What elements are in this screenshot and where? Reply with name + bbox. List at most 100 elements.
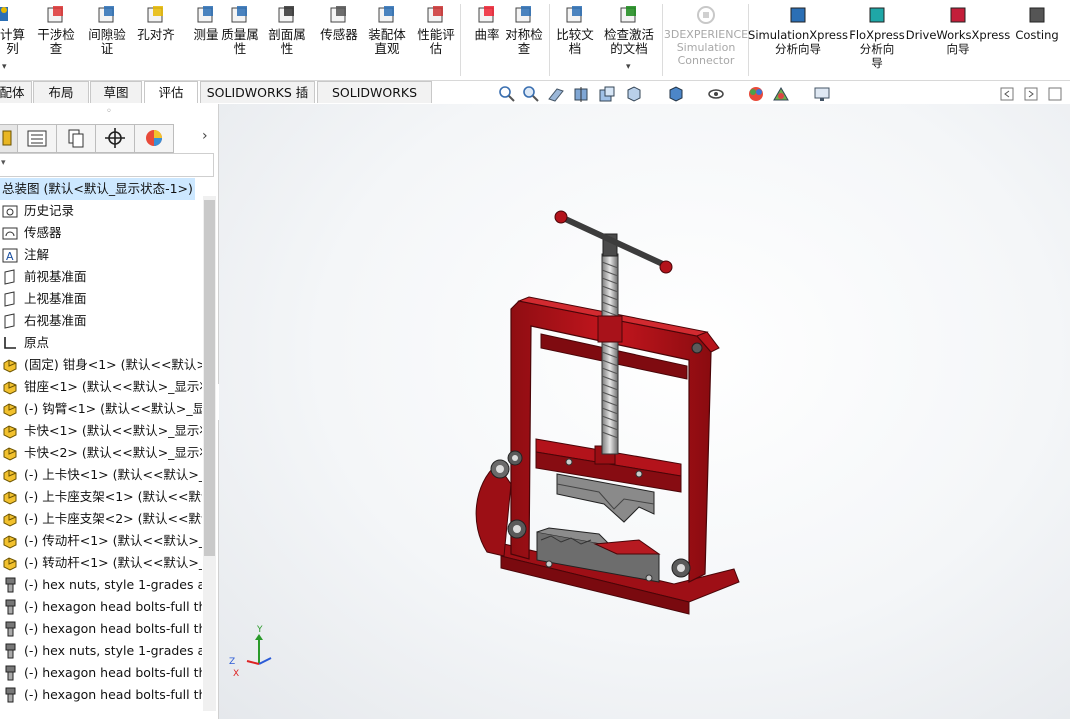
tree-item[interactable]: (-) 上卡座支架<1> (默认<<默认 bbox=[0, 486, 202, 508]
edit-appearance-icon[interactable] bbox=[747, 85, 765, 103]
minimize-pane-icon[interactable] bbox=[1046, 85, 1064, 103]
plane-icon bbox=[2, 313, 18, 329]
part-icon bbox=[2, 511, 18, 527]
scrollbar-thumb[interactable] bbox=[204, 200, 215, 556]
tree-item[interactable]: (-) hexagon head bolts-full thre bbox=[0, 684, 202, 706]
3dexperience-label: 3DEXPERIENCE Simulation Connector bbox=[663, 28, 749, 67]
costing-button[interactable]: Costing bbox=[1015, 4, 1059, 42]
zoom-to-fit-icon[interactable] bbox=[498, 85, 516, 103]
floxpress-button[interactable]: FloXpress 分析向 导 bbox=[849, 4, 905, 70]
mass-properties-button[interactable]: 质量属 性 bbox=[217, 4, 263, 56]
costing-icon bbox=[1026, 4, 1048, 26]
tree-item[interactable]: (-) 上卡快<1> (默认<<默认>_显 bbox=[0, 464, 202, 486]
assembly-visualization-icon bbox=[376, 4, 398, 26]
tree-item[interactable]: 原点 bbox=[0, 332, 202, 354]
check-active-document-button[interactable]: 检查激活 的文档 bbox=[601, 4, 657, 56]
apply-scene-icon[interactable] bbox=[772, 85, 790, 103]
tree-item[interactable]: (-) hexagon head bolts-full thre bbox=[0, 596, 202, 618]
tree-item-label: (-) hexagon head bolts-full thre bbox=[24, 599, 202, 614]
toolbox-part-icon bbox=[2, 687, 18, 703]
tree-item[interactable]: 传感器 bbox=[0, 222, 202, 244]
command-tab[interactable]: 布局 bbox=[33, 81, 89, 103]
tree-item[interactable]: 上视基准面 bbox=[0, 288, 202, 310]
dimxpert-manager-tab[interactable] bbox=[95, 124, 135, 153]
previous-view-icon[interactable] bbox=[547, 85, 565, 103]
command-tab[interactable]: SOLIDWORKS MBD bbox=[317, 81, 432, 121]
tree-filter-field[interactable]: ▾ bbox=[0, 153, 214, 177]
ribbon-button-label: 测量 bbox=[193, 27, 219, 42]
assembly-visualization-button[interactable]: 装配体 直观 bbox=[364, 4, 410, 56]
tree-item-label: (-) 传动杆<1> (默认<<默认>_显 bbox=[24, 533, 202, 548]
zoom-to-area-icon[interactable] bbox=[522, 85, 540, 103]
command-tab[interactable]: SOLIDWORKS 插件 bbox=[200, 81, 315, 121]
toolbox-part-icon bbox=[2, 665, 18, 681]
tree-item-label: 卡快<2> (默认<<默认>_显示状态 bbox=[24, 445, 202, 460]
section-properties-button[interactable]: 剖面属 性 bbox=[264, 4, 310, 56]
tree-item-label: 原点 bbox=[24, 335, 50, 350]
view-settings-icon[interactable] bbox=[813, 85, 831, 103]
calculation-array-label: 计算 列 bbox=[0, 27, 26, 56]
tree-item[interactable]: 钳座<1> (默认<<默认>_显示状态 bbox=[0, 376, 202, 398]
tree-item[interactable]: (-) 传动杆<1> (默认<<默认>_显 bbox=[0, 530, 202, 552]
tree-item[interactable]: (-) hexagon head bolts-full thre bbox=[0, 618, 202, 640]
interference-check-button[interactable]: 干涉检 查 bbox=[33, 4, 79, 56]
performance-evaluation-button[interactable]: 性能评 估 bbox=[413, 4, 459, 56]
tree-item-label: 上视基准面 bbox=[24, 291, 87, 306]
sensor-button[interactable]: 传感器 bbox=[316, 4, 362, 42]
dynamic-annotation-icon[interactable] bbox=[598, 85, 616, 103]
driveworksxpress-button[interactable]: DriveWorksXpress 向导 bbox=[906, 4, 1010, 56]
hook-arm[interactable] bbox=[475, 459, 512, 557]
panel-tabs-more-arrow[interactable]: › bbox=[202, 128, 208, 144]
tree-item[interactable]: (-) hexagon head bolts-full thre bbox=[0, 662, 202, 684]
previous-pane-icon[interactable] bbox=[998, 85, 1016, 103]
graphics-area[interactable]: Y Z X bbox=[219, 104, 1070, 719]
tree-item[interactable]: (-) 转动杆<1> (默认<<默认>_显 bbox=[0, 552, 202, 574]
addin-button-label: DriveWorksXpress 向导 bbox=[905, 28, 1011, 56]
simulationxpress-button[interactable]: SimulationXpress 分析向导 bbox=[748, 4, 848, 56]
calc-dropdown-arrow[interactable]: ▾ bbox=[2, 62, 7, 72]
section-view-icon[interactable] bbox=[573, 85, 591, 103]
tree-item[interactable]: 卡快<2> (默认<<默认>_显示状态 bbox=[0, 442, 202, 464]
tree-item[interactable]: 历史记录 bbox=[0, 200, 202, 222]
tree-item[interactable]: (-) 钩臂<1> (默认<<默认>_显示 bbox=[0, 398, 202, 420]
display-style-icon[interactable] bbox=[667, 85, 685, 103]
command-tab[interactable]: 配体 bbox=[0, 81, 32, 103]
tree-item[interactable]: (固定) 钳身<1> (默认<<默认>_显 bbox=[0, 354, 202, 376]
tree-item[interactable]: A 注解 bbox=[0, 244, 202, 266]
panel-grip[interactable]: ◦ bbox=[0, 104, 218, 120]
symmetry-check-button[interactable]: 对称检 查 bbox=[501, 4, 547, 56]
compare-documents-icon bbox=[564, 4, 586, 26]
filter-dropdown-icon[interactable]: ▾ bbox=[1, 158, 6, 168]
tree-item-label: (-) hexagon head bolts-full thre bbox=[24, 621, 202, 636]
tree-root-assembly[interactable]: 总装图 (默认<默认_显示状态-1>) bbox=[0, 178, 202, 200]
triad-y-label: Y bbox=[256, 625, 263, 635]
tree-item[interactable]: (-) hex nuts, style 1-grades ab bbox=[0, 640, 202, 662]
part-icon bbox=[2, 379, 18, 395]
command-tab[interactable]: 评估 bbox=[144, 81, 198, 103]
tree-scrollbar[interactable] bbox=[203, 196, 216, 711]
drive-screw[interactable] bbox=[597, 233, 623, 455]
clearance-verification-button[interactable]: 间隙验 证 bbox=[84, 4, 130, 56]
command-tab[interactable]: 草图 bbox=[90, 81, 142, 103]
reference-triad: Y Z X bbox=[229, 625, 272, 679]
more-dropdown-arrow[interactable]: ▾ bbox=[626, 62, 631, 72]
next-pane-icon[interactable] bbox=[1022, 85, 1040, 103]
hole-alignment-button[interactable]: 孔对齐 bbox=[133, 4, 179, 42]
tree-item[interactable]: (-) hex nuts, style 1-grades ab bbox=[0, 574, 202, 596]
tree-item[interactable]: (-) 上卡座支架<2> (默认<<默认 bbox=[0, 508, 202, 530]
view-orientation-icon[interactable] bbox=[625, 85, 643, 103]
calculation-array-button[interactable]: 计算 列 bbox=[0, 4, 25, 56]
configuration-manager-tab[interactable] bbox=[56, 124, 96, 153]
ribbon-button-label: 比较文 档 bbox=[556, 27, 594, 56]
pipe-vise-model[interactable]: Y Z X bbox=[219, 104, 1070, 719]
hide-show-items-icon[interactable] bbox=[707, 85, 725, 103]
plane-icon bbox=[2, 269, 18, 285]
compare-documents-button[interactable]: 比较文 档 bbox=[552, 4, 598, 56]
tree-item[interactable]: 右视基准面 bbox=[0, 310, 202, 332]
part-icon bbox=[2, 445, 18, 461]
property-manager-tab[interactable] bbox=[17, 124, 57, 153]
tree-item-label: 历史记录 bbox=[24, 203, 75, 218]
display-manager-tab[interactable] bbox=[134, 124, 174, 153]
tree-item[interactable]: 前视基准面 bbox=[0, 266, 202, 288]
tree-item[interactable]: 卡快<1> (默认<<默认>_显示状态 bbox=[0, 420, 202, 442]
